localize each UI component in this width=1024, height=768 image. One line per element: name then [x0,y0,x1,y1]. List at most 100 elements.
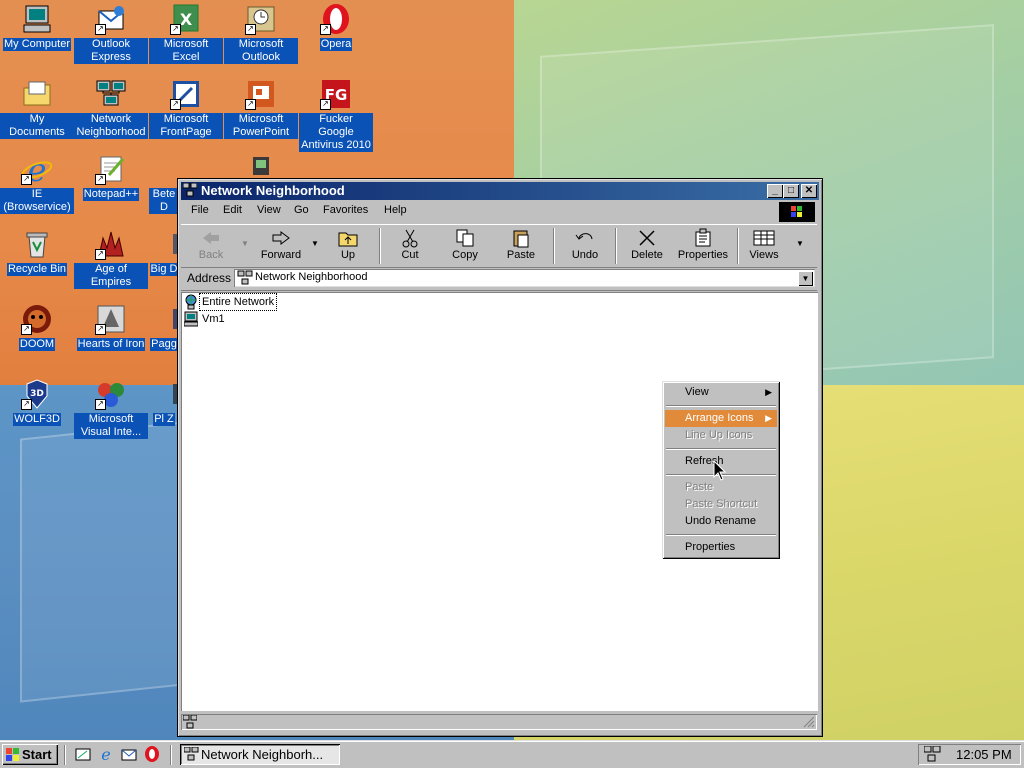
desktop-icon-hearts-of-iron[interactable]: ↗ Hearts of Iron [74,303,148,351]
menu-view[interactable]: View [257,204,281,216]
desktop-icon-label: Bete D [149,188,179,214]
folder-icon [21,78,53,110]
address-dropdown-button[interactable]: ▼ [798,271,813,286]
desktop-icon-microsoft-outlook[interactable]: ↗ Microsoft Outlook [224,3,298,64]
maximize-button[interactable]: □ [783,184,799,198]
back-dropdown-icon[interactable]: ▼ [241,239,249,248]
context-menu-item-line-up-icons[interactable]: Line Up Icons [665,427,777,444]
context-menu-item-undo-rename[interactable]: Undo Rename [665,513,777,530]
opera-icon[interactable] [144,746,160,762]
desktop-icon-label: WOLF3D [13,413,61,426]
up-button[interactable]: Up [331,227,365,265]
views-button[interactable]: Views [747,227,781,265]
desktop-icon-big[interactable]: Big D [149,228,179,276]
desktop-icon-microsoft-frontpage[interactable]: ↗ Microsoft FrontPage [149,78,223,139]
desktop-icon-notepad-plus-plus[interactable]: ↗ Notepad++ [74,153,148,201]
context-menu-label: Properties [685,541,736,553]
address-bar: Address Network Neighborhood ▼ [181,268,817,291]
views-dropdown-icon[interactable]: ▼ [796,239,804,248]
desktop-icon-label: Pagg [150,338,178,351]
delete-label: Delete [631,249,663,261]
desktop-icon-label: Big D [149,263,179,276]
desktop-icon-label: Microsoft FrontPage [149,113,223,139]
title-bar[interactable]: Network Neighborhood _ □ ✕ [181,182,819,200]
forward-button[interactable]: Forward [255,227,307,265]
frontpage-icon: ↗ [170,78,202,110]
taskbar-button-label: Network Neighborh... [201,747,324,762]
menu-favorites[interactable]: Favorites [323,204,368,216]
context-menu-item-properties[interactable]: Properties [665,539,777,556]
delete-button[interactable]: Delete [627,227,667,265]
menu-edit[interactable]: Edit [223,204,242,216]
back-button[interactable]: Back [191,227,231,265]
menu-help[interactable]: Help [384,204,407,216]
desktop-icon-bete[interactable]: Bete D [149,153,179,214]
svg-text:X: X [180,10,193,29]
desktop-icon-doom[interactable]: ↗ DOOM [0,303,74,351]
forward-label: Forward [260,249,302,261]
desktop-icon-partial[interactable] [224,153,298,175]
clock[interactable]: 12:05 PM [956,747,1012,762]
desktop-icon-my-documents[interactable]: My Documents [0,78,74,139]
context-menu-item-view[interactable]: View ▶ [665,384,777,401]
powerpoint-icon: ↗ [245,78,277,110]
system-tray: 12:05 PM [918,744,1021,765]
views-label: Views [749,249,779,261]
desktop-icon-microsoft-visual-interdev[interactable]: ↗ Microsoft Visual Inte... [74,378,148,439]
address-label: Address [187,271,232,285]
address-input[interactable]: Network Neighborhood ▼ [234,269,815,287]
cut-button[interactable]: Cut [393,227,427,265]
forward-arrow-icon [255,227,307,249]
properties-button[interactable]: Properties [675,227,731,265]
start-button[interactable]: Start [2,744,58,765]
undo-button[interactable]: Undo [567,227,603,265]
outlook-express-icon[interactable] [121,746,137,762]
desktop-icon-fucker-google-antivirus[interactable]: FG ↗ Fucker Google Antivirus 2010 [299,78,373,152]
taskbar: Start e Network Neighborh... 12:05 PM [0,740,1024,768]
forward-dropdown-icon[interactable]: ▼ [311,239,319,248]
desktop-icon-wolf3d[interactable]: 3D ↗ WOLF3D [0,378,74,426]
context-menu-item-arrange-icons[interactable]: Arrange Icons ▶ [665,410,777,427]
paste-button[interactable]: Paste [503,227,539,265]
network-neighborhood-icon [184,747,199,761]
globe-network-icon [184,294,198,310]
desktop-icon-age-of-empires[interactable]: ↗ Age of Empires [74,228,148,289]
show-desktop-icon[interactable] [75,746,91,762]
desktop-icon-network-neighborhood[interactable]: Network Neighborhood [74,78,148,139]
desktop-icon-ie-browservice[interactable]: e ↗ IE (Browservice) [0,151,74,214]
desktop-icon-label: Opera [319,38,353,51]
desktop-icon-outlook-express[interactable]: ↗ Outlook Express [74,3,148,64]
copy-label: Copy [452,249,478,261]
outlook-express-icon: ↗ [95,3,127,35]
desktop-icon-pagg[interactable]: Pagg [149,303,179,351]
recycle-bin-icon [21,228,53,260]
submenu-arrow-icon: ▶ [765,387,772,397]
excel-icon: X ↗ [170,3,202,35]
desktop-icon-microsoft-excel[interactable]: X ↗ Microsoft Excel [149,3,223,64]
menu-separator [666,534,776,536]
close-button[interactable]: ✕ [801,184,817,198]
submenu-arrow-icon: ▶ [765,413,772,423]
desktop-icon-label: Microsoft Visual Inte... [74,413,148,439]
properties-label: Properties [677,249,729,261]
copy-button[interactable]: Copy [447,227,483,265]
taskbar-button-network-neighborhood[interactable]: Network Neighborh... [180,744,340,765]
network-tray-icon[interactable] [923,745,942,762]
desktop-icon-pl[interactable]: Pl Z [149,378,179,426]
windows-logo-icon [779,202,815,222]
desktop-icon-my-computer[interactable]: My Computer [0,3,74,51]
desktop-icon-microsoft-powerpoint[interactable]: ↗ Microsoft PowerPoint [224,78,298,139]
desktop-icon-label: Notepad++ [82,188,140,201]
visual-interdev-icon: ↗ [95,378,127,410]
menu-file[interactable]: File [191,204,209,216]
list-item-label: Vm1 [202,313,225,325]
internet-explorer-icon[interactable]: e [98,745,114,764]
desktop-icon-recycle-bin[interactable]: Recycle Bin [0,228,74,276]
menu-go[interactable]: Go [294,204,309,216]
minimize-button[interactable]: _ [767,184,783,198]
resize-grip-icon[interactable] [803,716,815,728]
desktop-icon-opera[interactable]: ↗ Opera [299,3,373,51]
taskbar-separator [64,745,66,765]
context-menu-item-paste-shortcut[interactable]: Paste Shortcut [665,496,777,513]
standard-toolbar: Back ▼ Forward ▼ Up Cut Copy Paste Undo [181,224,817,268]
